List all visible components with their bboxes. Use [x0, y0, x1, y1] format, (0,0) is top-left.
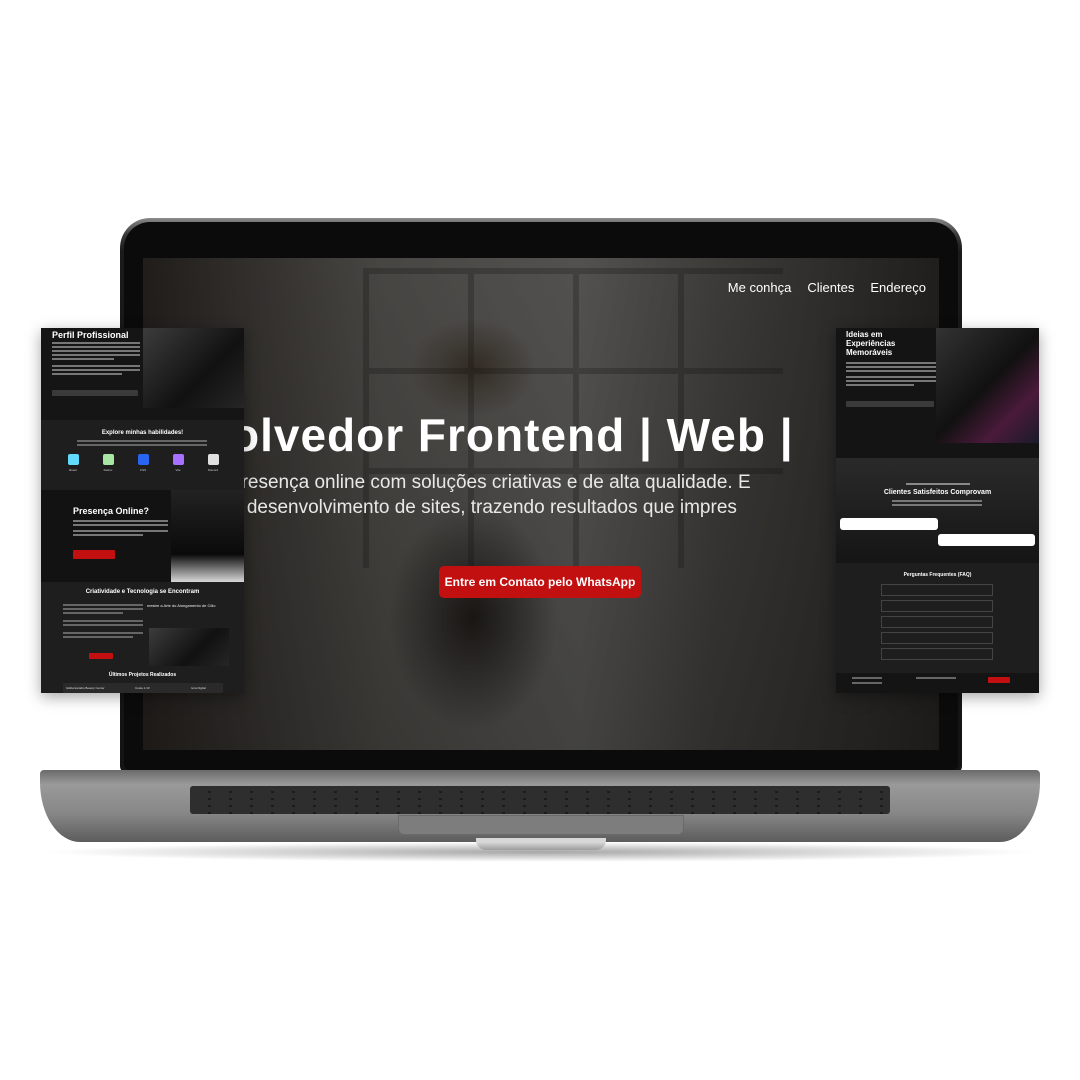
- clients-section: Clientes Satisfeitos Comprovam: [836, 458, 1039, 563]
- skill-vite: Vite: [168, 454, 188, 476]
- ideas-keyboard-image: [936, 328, 1039, 443]
- faq-title: Perguntas Frequentes (FAQ): [903, 572, 972, 578]
- faq-item[interactable]: [881, 616, 993, 628]
- react-icon: [68, 454, 79, 465]
- ideas-section: Ideias em Experiências Memoráveis: [836, 328, 1039, 458]
- presence-section: Presença Online?: [41, 490, 244, 582]
- projects-bar: Gildia Estúdio Beauty Center Costa 1.33 …: [63, 683, 223, 693]
- profile-section: Perfil Profissional: [41, 328, 244, 420]
- nav-link-endereco[interactable]: Endereço: [870, 280, 926, 295]
- creativity-section: Criatividade e Tecnologia se Encontram m…: [41, 582, 244, 693]
- skill-redux: Redux: [98, 454, 118, 476]
- article-image: [149, 628, 229, 666]
- vite-icon: [173, 454, 184, 465]
- faq-item[interactable]: [881, 600, 993, 612]
- ideas-title: Ideias em Experiências Memoráveis: [846, 330, 896, 357]
- right-preview-card: Ideias em Experiências Memoráveis Client…: [836, 328, 1039, 693]
- ideas-text: [846, 362, 936, 386]
- skill-css: CSS: [133, 454, 153, 476]
- faq-item[interactable]: [881, 584, 993, 596]
- laptop-screen: Me conhça Clientes Endereço olvedor Fron…: [143, 258, 939, 750]
- profile-image: [143, 328, 244, 408]
- nav-link-clientes[interactable]: Clientes: [807, 280, 854, 295]
- faq-item[interactable]: [881, 648, 993, 660]
- skills-title: Explore minhas habilidades!: [101, 430, 184, 436]
- project-item[interactable]: Ia la Digital: [191, 686, 206, 690]
- whatsapp-contact-button[interactable]: Entre em Contato pelo WhatsApp: [439, 566, 641, 598]
- skills-section: Explore minhas habilidades! React Redux …: [41, 420, 244, 490]
- presence-title: Presença Online?: [73, 506, 150, 516]
- projects-title: Últimos Projetos Realizados: [108, 672, 177, 678]
- laptop-keyboard: [190, 786, 890, 814]
- css-icon: [138, 454, 149, 465]
- main-nav: Me conhça Clientes Endereço: [728, 280, 926, 295]
- hero-title: olvedor Frontend | Web |: [231, 409, 794, 461]
- profile-button[interactable]: [52, 390, 138, 396]
- hero-subtitle-line-1: presença online com soluções criativas e…: [231, 472, 751, 493]
- redux-icon: [103, 454, 114, 465]
- skill-react: React: [63, 454, 83, 476]
- project-item[interactable]: Gildia Estúdio Beauty Center: [66, 686, 105, 690]
- ideas-button[interactable]: [846, 401, 934, 407]
- discord-icon: [208, 454, 219, 465]
- presence-button[interactable]: [73, 550, 115, 559]
- laptop-trackpad: [398, 815, 684, 835]
- left-preview-card: Perfil Profissional Explore minhas habil…: [41, 328, 244, 693]
- clients-title: Clientes Satisfeitos Comprovam: [883, 489, 992, 496]
- article-title: mestre a Arte do Alongamento de Cílio: [147, 603, 216, 608]
- profile-title: Perfil Profissional: [52, 330, 129, 340]
- presence-laptop-image: [171, 490, 244, 582]
- laptop-shadow: [40, 842, 1040, 862]
- creativity-title: Criatividade e Tecnologia se Encontram: [85, 589, 200, 595]
- skill-discord: Discord: [203, 454, 223, 476]
- testimonial-bubble: [840, 518, 938, 530]
- hero-subtitle: presença online com soluções criativas e…: [231, 470, 939, 520]
- footer-section: [836, 673, 1039, 693]
- project-item[interactable]: Costa 1.33: [135, 686, 150, 690]
- profile-text: [52, 342, 140, 375]
- faq-item[interactable]: [881, 632, 993, 644]
- testimonial-bubble: [938, 534, 1035, 546]
- hero-subtitle-line-2: e desenvolvimento de sites, trazendo res…: [231, 497, 737, 518]
- creativity-button[interactable]: [89, 653, 113, 659]
- stage: Me conhça Clientes Endereço olvedor Fron…: [0, 0, 1080, 1080]
- footer-button[interactable]: [988, 677, 1010, 683]
- faq-section: Perguntas Frequentes (FAQ): [836, 563, 1039, 673]
- nav-link-me-conheca[interactable]: Me conhça: [728, 280, 792, 295]
